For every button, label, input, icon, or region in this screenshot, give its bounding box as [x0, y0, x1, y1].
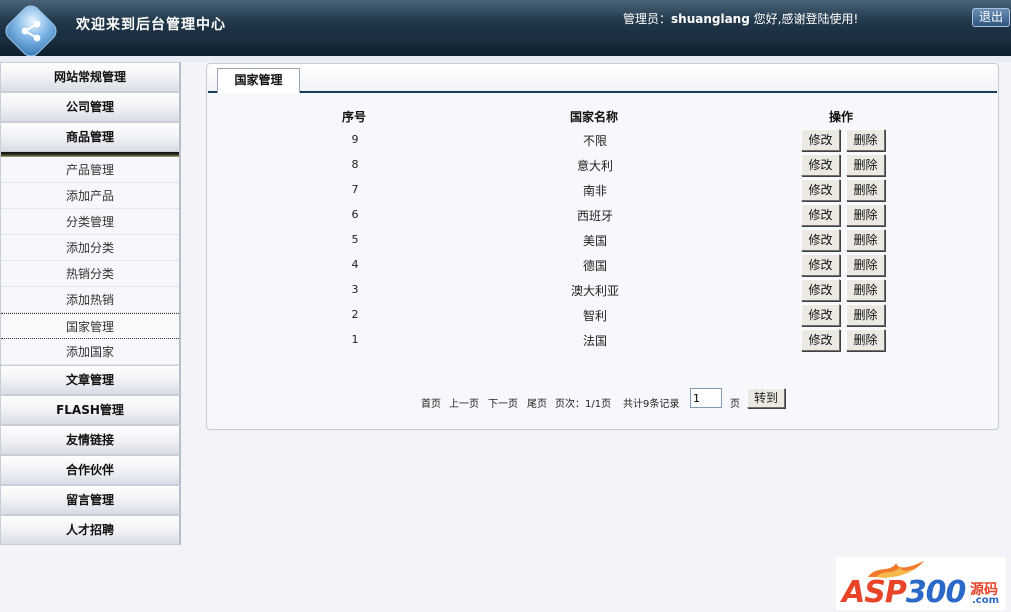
table-row: 5 美国 修改 删除: [207, 227, 998, 252]
logout-button[interactable]: 退出: [972, 8, 1010, 27]
delete-button[interactable]: 删除: [846, 229, 885, 251]
menu-messages[interactable]: 留言管理: [0, 485, 181, 515]
site-title: 欢迎来到后台管理中心: [76, 17, 226, 33]
submenu-item-country-manage[interactable]: 国家管理: [1, 313, 179, 339]
panel-tabbar: [207, 64, 998, 92]
submenu-item-product-manage[interactable]: 产品管理: [1, 157, 179, 183]
row-country-name: 南非: [582, 184, 607, 198]
submenu-item-hot-category[interactable]: 热销分类: [1, 261, 179, 287]
table-row: 3 澳大利亚 修改 删除: [207, 277, 998, 302]
page-number-input[interactable]: [690, 388, 722, 408]
delete-button[interactable]: 删除: [846, 329, 885, 351]
edit-button[interactable]: 修改: [801, 229, 840, 251]
menu-company[interactable]: 公司管理: [0, 92, 181, 122]
menu-recruitment[interactable]: 人才招聘: [0, 515, 181, 545]
row-country-name: 智利: [582, 309, 607, 323]
row-id: 2: [351, 308, 359, 321]
table-row: 4 德国 修改 删除: [207, 252, 998, 277]
row-country-name: 澳大利亚: [570, 284, 619, 298]
edit-button[interactable]: 修改: [801, 179, 840, 201]
edit-button[interactable]: 修改: [801, 129, 840, 151]
table-row: 1 法国 修改 删除: [207, 327, 998, 352]
column-header-action: 操作: [829, 110, 854, 124]
submenu-item-add-category[interactable]: 添加分类: [1, 235, 179, 261]
column-header-name: 国家名称: [570, 110, 619, 124]
delete-button[interactable]: 删除: [846, 154, 885, 176]
row-country-name: 西班牙: [576, 209, 613, 223]
tab-country-manage[interactable]: 国家管理: [217, 68, 300, 93]
table-row: 8 意大利 修改 删除: [207, 152, 998, 177]
menu-flash[interactable]: FLASH管理: [0, 395, 181, 425]
table-row: 9 不限 修改 删除: [207, 127, 998, 152]
row-id: 6: [351, 208, 359, 221]
row-id: 3: [351, 283, 359, 296]
row-country-name: 意大利: [576, 159, 613, 173]
row-id: 7: [351, 183, 359, 196]
row-id: 8: [351, 158, 359, 171]
edit-button[interactable]: 修改: [801, 279, 840, 301]
tab-underline: [208, 91, 997, 93]
go-to-page-button[interactable]: 转到: [747, 388, 785, 408]
admin-greeting: 您好,感谢登陆使用!: [749, 12, 859, 26]
edit-button[interactable]: 修改: [801, 254, 840, 276]
delete-button[interactable]: 删除: [846, 179, 885, 201]
menu-goods[interactable]: 商品管理: [0, 122, 181, 152]
submenu-item-add-product[interactable]: 添加产品: [1, 183, 179, 209]
pager-page-suffix: 页: [730, 399, 740, 410]
header-band: [0, 36, 1011, 56]
edit-button[interactable]: 修改: [801, 304, 840, 326]
delete-button[interactable]: 删除: [846, 204, 885, 226]
delete-button[interactable]: 删除: [846, 304, 885, 326]
row-id: 5: [351, 233, 359, 246]
row-country-name: 法国: [582, 334, 607, 348]
edit-button[interactable]: 修改: [801, 329, 840, 351]
submenu-item-add-hot[interactable]: 添加热销: [1, 287, 179, 313]
edit-button[interactable]: 修改: [801, 154, 840, 176]
menu-articles[interactable]: 文章管理: [0, 365, 181, 395]
row-id: 4: [351, 258, 359, 271]
submenu-item-add-country[interactable]: 添加国家: [1, 339, 179, 365]
submenu-item-category-manage[interactable]: 分类管理: [1, 209, 179, 235]
watermark-brand-300: 300: [905, 575, 967, 610]
sidebar: 网站常规管理 公司管理 商品管理 产品管理 添加产品 分类管理 添加分类 热销分…: [0, 62, 181, 545]
admin-label: 管理员：: [623, 12, 672, 26]
menu-partners[interactable]: 合作伙伴: [0, 455, 181, 485]
pager-prev[interactable]: 上一页: [449, 395, 479, 410]
delete-button[interactable]: 删除: [846, 254, 885, 276]
row-id: 1: [351, 333, 359, 346]
table-row: 7 南非 修改 删除: [207, 177, 998, 202]
pager-total: 共计9条记录: [623, 399, 680, 410]
delete-button[interactable]: 删除: [846, 129, 885, 151]
watermark-domain: .com: [972, 595, 1000, 606]
row-country-name: 不限: [582, 134, 607, 148]
asp300-watermark-logo: ASP300 源码 .com: [836, 557, 1006, 610]
pager-next[interactable]: 下一页: [488, 395, 518, 410]
goods-submenu: 产品管理 添加产品 分类管理 添加分类 热销分类 添加热销 国家管理 添加国家: [0, 152, 181, 365]
watermark-brand-asp: ASP: [842, 575, 907, 610]
watermark-brand: ASP300: [842, 575, 967, 610]
table-row: 2 智利 修改 删除: [207, 302, 998, 327]
top-header: 欢迎来到后台管理中心 管理员：shuanglang 您好,感谢登陆使用! 退出: [0, 0, 1011, 61]
menu-site-settings[interactable]: 网站常规管理: [0, 62, 181, 92]
main-panel: 国家管理 序号 国家名称 操作 9 不限 修改 删除 8 意大利 修改 删除 7 南非 修改 删除 6 西…: [206, 63, 999, 430]
row-country-name: 德国: [582, 259, 607, 273]
table-row: 6 西班牙 修改 删除: [207, 202, 998, 227]
pager-page-info: 页次：1/1页: [555, 399, 612, 410]
row-country-name: 美国: [582, 234, 607, 248]
edit-button[interactable]: 修改: [801, 204, 840, 226]
pager-last[interactable]: 尾页: [527, 395, 547, 410]
pager-first[interactable]: 首页: [421, 395, 441, 410]
delete-button[interactable]: 删除: [846, 279, 885, 301]
admin-name: shuanglang: [671, 12, 750, 26]
admin-info: 管理员：shuanglang 您好,感谢登陆使用!: [623, 10, 858, 27]
column-header-id: 序号: [342, 110, 367, 124]
row-id: 9: [351, 133, 359, 146]
menu-links[interactable]: 友情链接: [0, 425, 181, 455]
